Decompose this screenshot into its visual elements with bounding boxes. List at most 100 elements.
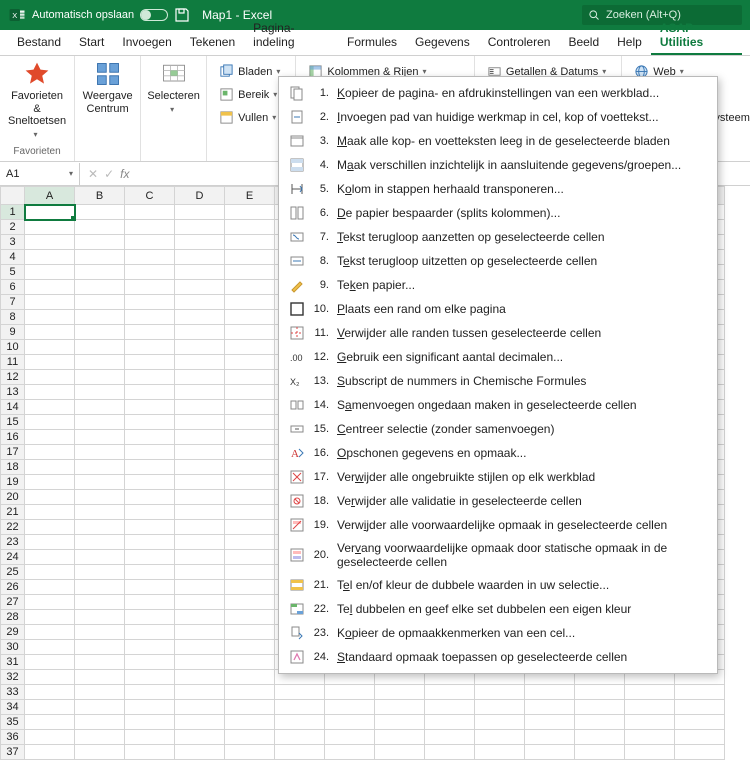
row-header[interactable]: 33	[1, 685, 25, 700]
cell[interactable]	[25, 265, 75, 280]
cell[interactable]	[225, 625, 275, 640]
cell[interactable]	[125, 595, 175, 610]
cell[interactable]	[675, 745, 725, 760]
cell[interactable]	[225, 235, 275, 250]
cell[interactable]	[125, 535, 175, 550]
cell[interactable]	[25, 550, 75, 565]
cell[interactable]	[175, 310, 225, 325]
row-header[interactable]: 6	[1, 280, 25, 295]
cell[interactable]	[225, 670, 275, 685]
cell[interactable]	[175, 565, 225, 580]
opmaak-item-3[interactable]: 3.Maak alle kop- en voetteksten leeg in …	[279, 129, 717, 153]
cell[interactable]	[575, 700, 625, 715]
cell[interactable]	[375, 730, 425, 745]
opmaak-item-18[interactable]: 18.Verwijder alle validatie in geselecte…	[279, 489, 717, 513]
cell[interactable]	[125, 475, 175, 490]
cell[interactable]	[225, 475, 275, 490]
opmaak-item-5[interactable]: 5.Kolom in stappen herhaald transponeren…	[279, 177, 717, 201]
cell[interactable]	[25, 730, 75, 745]
cell[interactable]	[75, 265, 125, 280]
opmaak-item-17[interactable]: 17.Verwijder alle ongebruikte stijlen op…	[279, 465, 717, 489]
tab-help[interactable]: Help	[608, 31, 651, 55]
tab-asap-utilities[interactable]: ASAP Utilities	[651, 17, 742, 55]
cell[interactable]	[75, 280, 125, 295]
row-header[interactable]: 9	[1, 325, 25, 340]
cell[interactable]	[625, 715, 675, 730]
cell[interactable]	[25, 640, 75, 655]
cell[interactable]	[175, 595, 225, 610]
cell[interactable]	[25, 295, 75, 310]
cell[interactable]	[75, 610, 125, 625]
cell[interactable]	[125, 580, 175, 595]
cell[interactable]	[25, 280, 75, 295]
cell[interactable]	[75, 535, 125, 550]
cell[interactable]	[625, 700, 675, 715]
cell[interactable]	[75, 445, 125, 460]
opmaak-item-9[interactable]: 9.Teken papier...	[279, 273, 717, 297]
cell[interactable]	[75, 235, 125, 250]
cell[interactable]	[125, 370, 175, 385]
cell[interactable]	[225, 370, 275, 385]
row-header[interactable]: 1	[1, 205, 25, 220]
cell[interactable]	[175, 715, 225, 730]
cell[interactable]	[25, 655, 75, 670]
cell[interactable]	[125, 520, 175, 535]
cell[interactable]	[175, 400, 225, 415]
row-header[interactable]: 13	[1, 385, 25, 400]
cell[interactable]	[525, 685, 575, 700]
cell[interactable]	[225, 355, 275, 370]
opmaak-item-16[interactable]: A16.Opschonen gegevens en opmaak...	[279, 441, 717, 465]
cell[interactable]	[175, 250, 225, 265]
cell[interactable]	[75, 205, 125, 220]
opmaak-item-2[interactable]: 2.Invoegen pad van huidige werkmap in ce…	[279, 105, 717, 129]
cell[interactable]	[125, 640, 175, 655]
cell[interactable]	[175, 325, 225, 340]
cell[interactable]	[75, 460, 125, 475]
tab-start[interactable]: Start	[70, 31, 113, 55]
cell[interactable]	[25, 700, 75, 715]
cell[interactable]	[175, 670, 225, 685]
tab-formules[interactable]: Formules	[338, 31, 406, 55]
select-all-corner[interactable]	[1, 187, 25, 205]
cell[interactable]	[75, 595, 125, 610]
cell[interactable]	[375, 715, 425, 730]
cell[interactable]	[25, 355, 75, 370]
row-header[interactable]: 35	[1, 715, 25, 730]
cell[interactable]	[25, 475, 75, 490]
favorieten-sneltoetsen-button[interactable]: Favorieten &Sneltoetsen ▾	[8, 60, 66, 141]
cell[interactable]	[75, 490, 125, 505]
row-header[interactable]: 25	[1, 565, 25, 580]
cell[interactable]	[175, 550, 225, 565]
cell[interactable]	[175, 280, 225, 295]
column-header[interactable]: E	[225, 187, 275, 205]
cell[interactable]	[175, 415, 225, 430]
cell[interactable]	[75, 715, 125, 730]
cell[interactable]	[125, 550, 175, 565]
row-header[interactable]: 11	[1, 355, 25, 370]
cell[interactable]	[25, 340, 75, 355]
cell[interactable]	[75, 670, 125, 685]
cell[interactable]	[675, 685, 725, 700]
cell[interactable]	[25, 520, 75, 535]
row-header[interactable]: 32	[1, 670, 25, 685]
row-header[interactable]: 29	[1, 625, 25, 640]
cell[interactable]	[25, 625, 75, 640]
cell[interactable]	[125, 625, 175, 640]
row-header[interactable]: 21	[1, 505, 25, 520]
opmaak-item-10[interactable]: 10.Plaats een rand om elke pagina	[279, 297, 717, 321]
cell[interactable]	[25, 205, 75, 220]
row-header[interactable]: 17	[1, 445, 25, 460]
cell[interactable]	[225, 430, 275, 445]
name-box[interactable]: A1 ▾	[0, 163, 80, 185]
cell[interactable]	[225, 205, 275, 220]
cell[interactable]	[25, 445, 75, 460]
cell[interactable]	[125, 310, 175, 325]
cell[interactable]	[225, 490, 275, 505]
row-header[interactable]: 23	[1, 535, 25, 550]
tab-bestand[interactable]: Bestand	[8, 31, 70, 55]
cell[interactable]	[225, 280, 275, 295]
row-header[interactable]: 22	[1, 520, 25, 535]
cell[interactable]	[125, 670, 175, 685]
cell[interactable]	[175, 355, 225, 370]
row-header[interactable]: 26	[1, 580, 25, 595]
